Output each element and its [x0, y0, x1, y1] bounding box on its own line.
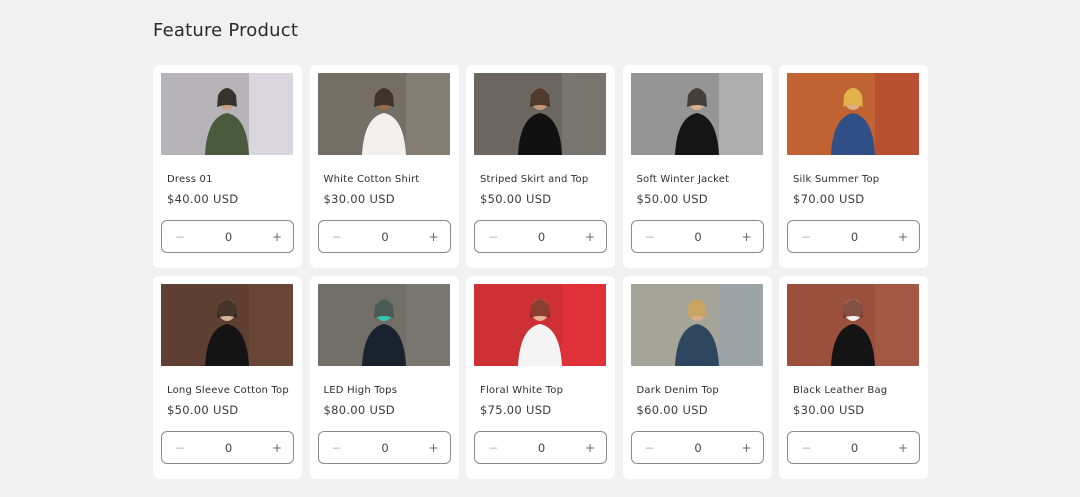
- product-image[interactable]: [787, 284, 919, 366]
- product-name[interactable]: Black Leather Bag: [793, 385, 887, 396]
- quantity-value[interactable]: 0: [343, 230, 428, 244]
- product-photo-placeholder: [474, 284, 606, 366]
- product-image[interactable]: [317, 284, 450, 366]
- product-photo-placeholder: [474, 73, 606, 155]
- increase-quantity-button[interactable]: +: [741, 441, 753, 455]
- quantity-value[interactable]: 0: [812, 230, 897, 244]
- product-price: $30.00 USD: [793, 403, 865, 417]
- product-card[interactable]: Black Leather Bag $30.00 USD − 0 +: [779, 276, 928, 479]
- quantity-stepper: − 0 +: [474, 431, 607, 464]
- product-price: $50.00 USD: [167, 403, 239, 417]
- product-name[interactable]: Soft Winter Jacket: [637, 174, 730, 185]
- product-photo-placeholder: [787, 284, 919, 366]
- product-price: $70.00 USD: [793, 192, 865, 206]
- product-card[interactable]: White Cotton Shirt $30.00 USD − 0 +: [309, 65, 459, 268]
- product-price: $75.00 USD: [480, 403, 552, 417]
- decrease-quantity-button[interactable]: −: [331, 230, 343, 244]
- decrease-quantity-button[interactable]: −: [800, 230, 812, 244]
- product-grid: Dress 01 $40.00 USD − 0 + White Cotton S…: [153, 65, 928, 479]
- product-image[interactable]: [317, 73, 450, 155]
- decrease-quantity-button[interactable]: −: [800, 441, 812, 455]
- quantity-stepper: − 0 +: [161, 220, 294, 253]
- product-price: $60.00 USD: [636, 403, 708, 417]
- product-photo-placeholder: [317, 284, 450, 366]
- product-card[interactable]: Dark Denim Top $60.00 USD − 0 +: [622, 276, 772, 479]
- product-name[interactable]: Dress 01: [167, 174, 213, 185]
- product-photo-placeholder: [161, 284, 293, 366]
- quantity-stepper: − 0 +: [317, 220, 451, 253]
- increase-quantity-button[interactable]: +: [271, 230, 283, 244]
- decrease-quantity-button[interactable]: −: [174, 441, 186, 455]
- product-name[interactable]: Long Sleeve Cotton Top: [167, 385, 289, 396]
- quantity-stepper: − 0 +: [787, 431, 920, 464]
- decrease-quantity-button[interactable]: −: [487, 441, 499, 455]
- product-name[interactable]: White Cotton Shirt: [324, 174, 420, 185]
- product-name[interactable]: Silk Summer Top: [793, 174, 879, 185]
- quantity-value[interactable]: 0: [499, 441, 584, 455]
- product-price: $50.00 USD: [480, 192, 552, 206]
- product-image[interactable]: [787, 73, 919, 155]
- product-name[interactable]: Dark Denim Top: [637, 385, 719, 396]
- product-image[interactable]: [630, 284, 763, 366]
- product-photo-placeholder: [787, 73, 919, 155]
- product-price: $30.00 USD: [323, 192, 395, 206]
- product-card[interactable]: LED High Tops $80.00 USD − 0 +: [309, 276, 459, 479]
- product-photo-placeholder: [630, 284, 763, 366]
- increase-quantity-button[interactable]: +: [897, 230, 909, 244]
- quantity-value[interactable]: 0: [343, 441, 428, 455]
- quantity-stepper: − 0 +: [474, 220, 607, 253]
- increase-quantity-button[interactable]: +: [897, 441, 909, 455]
- product-card[interactable]: Striped Skirt and Top $50.00 USD − 0 +: [466, 65, 615, 268]
- product-name[interactable]: Floral White Top: [480, 385, 563, 396]
- section-title: Feature Product: [153, 20, 299, 41]
- quantity-stepper: − 0 +: [787, 220, 920, 253]
- product-price: $80.00 USD: [323, 403, 395, 417]
- quantity-value[interactable]: 0: [186, 230, 271, 244]
- product-card[interactable]: Soft Winter Jacket $50.00 USD − 0 +: [622, 65, 772, 268]
- product-card[interactable]: Silk Summer Top $70.00 USD − 0 +: [779, 65, 928, 268]
- quantity-stepper: − 0 +: [317, 431, 451, 464]
- quantity-value[interactable]: 0: [656, 441, 741, 455]
- increase-quantity-button[interactable]: +: [741, 230, 753, 244]
- increase-quantity-button[interactable]: +: [271, 441, 283, 455]
- decrease-quantity-button[interactable]: −: [644, 441, 656, 455]
- quantity-value[interactable]: 0: [812, 441, 897, 455]
- quantity-value[interactable]: 0: [499, 230, 584, 244]
- product-image[interactable]: [161, 73, 293, 155]
- product-image[interactable]: [161, 284, 293, 366]
- product-price: $50.00 USD: [636, 192, 708, 206]
- decrease-quantity-button[interactable]: −: [644, 230, 656, 244]
- decrease-quantity-button[interactable]: −: [331, 441, 343, 455]
- quantity-value[interactable]: 0: [186, 441, 271, 455]
- product-card[interactable]: Dress 01 $40.00 USD − 0 +: [153, 65, 302, 268]
- decrease-quantity-button[interactable]: −: [487, 230, 499, 244]
- increase-quantity-button[interactable]: +: [428, 230, 440, 244]
- product-price: $40.00 USD: [167, 192, 239, 206]
- increase-quantity-button[interactable]: +: [584, 441, 596, 455]
- product-card[interactable]: Long Sleeve Cotton Top $50.00 USD − 0 +: [153, 276, 302, 479]
- quantity-value[interactable]: 0: [656, 230, 741, 244]
- increase-quantity-button[interactable]: +: [428, 441, 440, 455]
- product-photo-placeholder: [630, 73, 763, 155]
- product-name[interactable]: LED High Tops: [324, 385, 398, 396]
- decrease-quantity-button[interactable]: −: [174, 230, 186, 244]
- increase-quantity-button[interactable]: +: [584, 230, 596, 244]
- product-image[interactable]: [474, 73, 606, 155]
- product-card[interactable]: Floral White Top $75.00 USD − 0 +: [466, 276, 615, 479]
- product-photo-placeholder: [317, 73, 450, 155]
- quantity-stepper: − 0 +: [630, 431, 764, 464]
- product-image[interactable]: [474, 284, 606, 366]
- product-name[interactable]: Striped Skirt and Top: [480, 174, 588, 185]
- quantity-stepper: − 0 +: [161, 431, 294, 464]
- quantity-stepper: − 0 +: [630, 220, 764, 253]
- product-image[interactable]: [630, 73, 763, 155]
- product-photo-placeholder: [161, 73, 293, 155]
